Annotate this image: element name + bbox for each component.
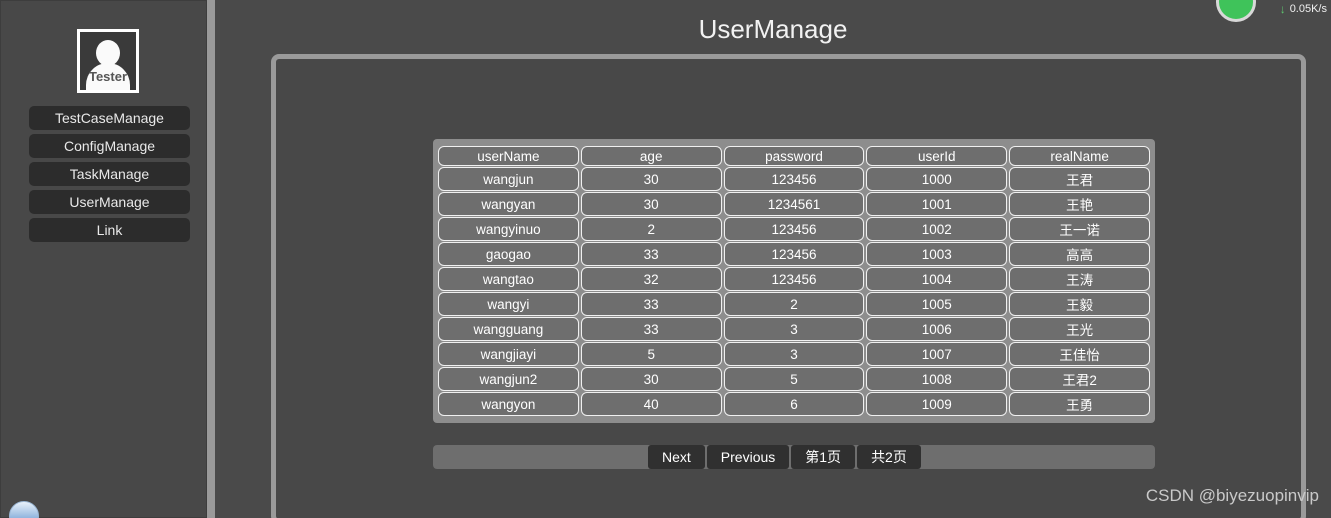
cell-password[interactable]: 6 [723, 392, 865, 416]
cell-userid[interactable]: 1008 [866, 367, 1008, 391]
cell-realname[interactable]: 王涛 [1009, 267, 1150, 291]
cell-realname[interactable]: 王君 [1009, 167, 1150, 191]
sidebar-item-configmanage[interactable]: ConfigManage [29, 134, 190, 158]
download-arrow-icon: ↓ [1279, 2, 1286, 16]
cell-age[interactable]: 30 [580, 367, 722, 391]
cell-password[interactable]: 123456 [723, 167, 865, 191]
cell-userid[interactable]: 1006 [866, 317, 1008, 341]
cell-password[interactable]: 123456 [723, 242, 865, 266]
cell-username[interactable]: wangyan [438, 192, 579, 216]
table-row[interactable]: wangtao 32 123456 1004 王涛 [438, 267, 1150, 291]
sidebar: Tester TestCaseManage ConfigManage TaskM… [0, 0, 207, 518]
cell-userid[interactable]: 1004 [866, 267, 1008, 291]
total-pages-indicator[interactable]: 共2页 [857, 445, 921, 469]
pagination-bar: Next Previous 第1页 共2页 [433, 445, 1155, 469]
cell-realname[interactable]: 王佳怡 [1009, 342, 1150, 366]
sidebar-divider [207, 0, 215, 518]
table-column-realname: realName [1009, 146, 1150, 166]
cell-userid[interactable]: 1002 [866, 217, 1008, 241]
application-window: Tester TestCaseManage ConfigManage TaskM… [0, 0, 1331, 518]
cell-age[interactable]: 32 [580, 267, 722, 291]
current-page-indicator[interactable]: 第1页 [791, 445, 856, 469]
cell-age[interactable]: 33 [580, 242, 722, 266]
cell-age[interactable]: 30 [580, 167, 722, 191]
cell-realname[interactable]: 王一诺 [1009, 217, 1150, 241]
cell-realname[interactable]: 王勇 [1009, 392, 1150, 416]
cell-realname[interactable]: 高高 [1009, 242, 1150, 266]
cell-username[interactable]: wangtao [438, 267, 579, 291]
status-orb-icon [9, 501, 39, 518]
cell-username[interactable]: wangjun [438, 167, 579, 191]
sidebar-item-usermanage[interactable]: UserManage [29, 190, 190, 214]
cell-age[interactable]: 5 [580, 342, 722, 366]
cell-userid[interactable]: 1009 [866, 392, 1008, 416]
table-column-password: password [723, 146, 865, 166]
watermark-label: CSDN @biyezuopinvip [1145, 486, 1319, 505]
main-content: UserManage userName age password userId … [215, 0, 1331, 518]
cell-age[interactable]: 33 [580, 292, 722, 316]
cell-realname[interactable]: 王君2 [1009, 367, 1150, 391]
sidebar-item-taskmanage[interactable]: TaskManage [29, 162, 190, 186]
cell-username[interactable]: wangguang [438, 317, 579, 341]
cell-password[interactable]: 5 [723, 367, 865, 391]
cell-userid[interactable]: 1005 [866, 292, 1008, 316]
sidebar-item-testcasemanage[interactable]: TestCaseManage [29, 106, 190, 130]
table-row[interactable]: wangjun 30 123456 1000 王君 [438, 167, 1150, 191]
cell-password[interactable]: 123456 [723, 267, 865, 291]
avatar[interactable]: Tester [77, 29, 139, 93]
previous-page-button[interactable]: Previous [706, 445, 790, 469]
sidebar-item-link[interactable]: Link [29, 218, 190, 242]
cell-username[interactable]: wangyi [438, 292, 579, 316]
table-column-userid: userId [866, 146, 1008, 166]
table-header-row: userName age password userId realName [438, 146, 1150, 166]
cell-realname[interactable]: 王毅 [1009, 292, 1150, 316]
table-row[interactable]: wangyan 30 1234561 1001 王艳 [438, 192, 1150, 216]
avatar-username-label: Tester [88, 69, 128, 84]
cell-password[interactable]: 3 [723, 342, 865, 366]
cell-username[interactable]: gaogao [438, 242, 579, 266]
cell-password[interactable]: 123456 [723, 217, 865, 241]
cell-realname[interactable]: 王艳 [1009, 192, 1150, 216]
cell-age[interactable]: 40 [580, 392, 722, 416]
table-row[interactable]: gaogao 33 123456 1003 高高 [438, 242, 1150, 266]
cell-userid[interactable]: 1007 [866, 342, 1008, 366]
cell-username[interactable]: wangyon [438, 392, 579, 416]
table-row[interactable]: wangyinuo 2 123456 1002 王一诺 [438, 217, 1150, 241]
table-row[interactable]: wangjun2 30 5 1008 王君2 [438, 367, 1150, 391]
table-row[interactable]: wangyi 33 2 1005 王毅 [438, 292, 1150, 316]
user-table-container: userName age password userId realName wa… [433, 139, 1155, 423]
table-column-username: userName [438, 146, 579, 166]
cell-userid[interactable]: 1001 [866, 192, 1008, 216]
cell-realname[interactable]: 王光 [1009, 317, 1150, 341]
table-column-age: age [580, 146, 722, 166]
cell-userid[interactable]: 1003 [866, 242, 1008, 266]
cell-username[interactable]: wangjiayi [438, 342, 579, 366]
cell-age[interactable]: 2 [580, 217, 722, 241]
cell-password[interactable]: 1234561 [723, 192, 865, 216]
cell-userid[interactable]: 1000 [866, 167, 1008, 191]
pagination-spacer [433, 445, 648, 469]
table-row[interactable]: wangjiayi 5 3 1007 王佳怡 [438, 342, 1150, 366]
cell-password[interactable]: 2 [723, 292, 865, 316]
page-title: UserManage [698, 14, 848, 44]
table-row[interactable]: wangguang 33 3 1006 王光 [438, 317, 1150, 341]
cell-age[interactable]: 30 [580, 192, 722, 216]
cell-username[interactable]: wangjun2 [438, 367, 579, 391]
cell-age[interactable]: 33 [580, 317, 722, 341]
user-table: userName age password userId realName wa… [436, 145, 1152, 417]
table-row[interactable]: wangyon 40 6 1009 王勇 [438, 392, 1150, 416]
cell-username[interactable]: wangyinuo [438, 217, 579, 241]
network-speed-widget[interactable]: ↓ 0.05K/s [1280, 2, 1327, 16]
cell-password[interactable]: 3 [723, 317, 865, 341]
next-page-button[interactable]: Next [648, 445, 705, 469]
network-speed-label: 0.05K/s [1289, 3, 1327, 15]
content-panel: userName age password userId realName wa… [271, 54, 1306, 518]
